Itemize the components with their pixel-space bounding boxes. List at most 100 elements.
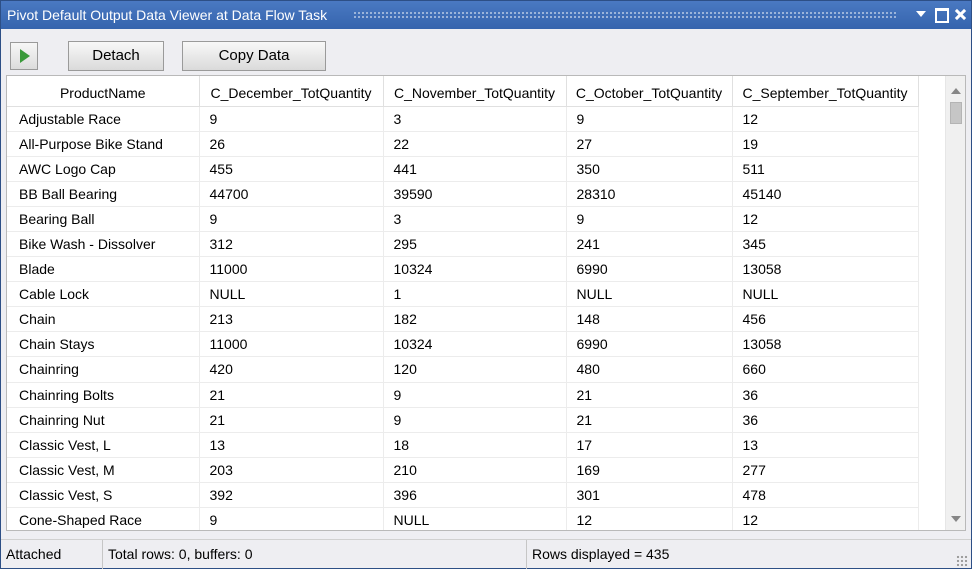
table-row[interactable]: Blade 11000 10324 6990 13058	[7, 256, 919, 283]
window-menu-dropdown-icon[interactable]	[913, 6, 929, 22]
quantity-cell[interactable]: 120	[383, 356, 567, 383]
quantity-cell[interactable]: 11000	[199, 256, 384, 283]
table-row[interactable]: Cable Lock NULL 1 NULL NULL	[7, 281, 919, 308]
quantity-cell[interactable]: 28310	[566, 181, 733, 207]
quantity-cell[interactable]: 27	[566, 131, 733, 157]
quantity-cell[interactable]: NULL	[199, 281, 384, 308]
quantity-cell[interactable]: 9	[199, 507, 384, 530]
product-name-cell[interactable]: Classic Vest, L	[7, 432, 200, 458]
quantity-cell[interactable]: 1	[383, 281, 567, 308]
maximize-icon[interactable]	[933, 6, 949, 23]
quantity-cell[interactable]: NULL	[732, 281, 919, 308]
product-name-cell[interactable]: All-Purpose Bike Stand	[7, 131, 200, 157]
product-name-cell[interactable]: Classic Vest, M	[7, 457, 200, 483]
quantity-cell[interactable]: 6990	[566, 331, 733, 358]
quantity-cell[interactable]: 11000	[199, 331, 384, 358]
quantity-cell[interactable]: 213	[199, 306, 384, 333]
table-row[interactable]: Classic Vest, L 13 18 17 13	[7, 432, 919, 458]
column-header[interactable]: C_October_TotQuantity	[566, 76, 733, 107]
quantity-cell[interactable]: 420	[199, 356, 384, 383]
product-name-cell[interactable]: BB Ball Bearing	[7, 181, 200, 207]
table-row[interactable]: Classic Vest, S 392 396 301 478	[7, 482, 919, 509]
column-header[interactable]: ProductName	[7, 76, 200, 107]
quantity-cell[interactable]: 6990	[566, 256, 733, 283]
product-name-cell[interactable]: Chain	[7, 306, 200, 333]
quantity-cell[interactable]: 17	[566, 432, 733, 458]
quantity-cell[interactable]: 9	[566, 206, 733, 232]
table-row[interactable]: All-Purpose Bike Stand 26 22 27 19	[7, 131, 919, 157]
scroll-down-arrow-icon[interactable]	[951, 516, 961, 522]
quantity-cell[interactable]: 210	[383, 457, 567, 483]
quantity-cell[interactable]: 9	[383, 407, 567, 433]
scroll-thumb[interactable]	[950, 102, 962, 124]
quantity-cell[interactable]: 12	[732, 507, 919, 530]
detach-button[interactable]: Detach	[68, 41, 164, 71]
quantity-cell[interactable]: 18	[383, 432, 567, 458]
table-row[interactable]: Chainring Nut 21 9 21 36	[7, 407, 919, 433]
quantity-cell[interactable]: 169	[566, 457, 733, 483]
table-row[interactable]: AWC Logo Cap 455 441 350 511	[7, 156, 919, 182]
quantity-cell[interactable]: 21	[199, 407, 384, 433]
quantity-cell[interactable]: 10324	[383, 256, 567, 283]
quantity-cell[interactable]: 456	[732, 306, 919, 333]
quantity-cell[interactable]: 22	[383, 131, 567, 157]
quantity-cell[interactable]: 12	[566, 507, 733, 530]
quantity-cell[interactable]: 44700	[199, 181, 384, 207]
column-header[interactable]: C_September_TotQuantity	[732, 76, 919, 107]
table-row[interactable]: Chain Stays 11000 10324 6990 13058	[7, 331, 919, 358]
quantity-cell[interactable]: 13058	[732, 331, 919, 358]
table-row[interactable]: BB Ball Bearing 44700 39590 28310 45140	[7, 181, 919, 207]
quantity-cell[interactable]: 10324	[383, 331, 567, 358]
table-row[interactable]: Classic Vest, M 203 210 169 277	[7, 457, 919, 483]
quantity-cell[interactable]: 36	[732, 382, 919, 408]
quantity-cell[interactable]: 277	[732, 457, 919, 483]
table-row[interactable]: Adjustable Race 9 3 9 12	[7, 106, 919, 132]
quantity-cell[interactable]: 511	[732, 156, 919, 182]
product-name-cell[interactable]: Bearing Ball	[7, 206, 200, 232]
product-name-cell[interactable]: AWC Logo Cap	[7, 156, 200, 182]
table-row[interactable]: Bearing Ball 9 3 9 12	[7, 206, 919, 232]
quantity-cell[interactable]: 660	[732, 356, 919, 383]
quantity-cell[interactable]: 295	[383, 231, 567, 258]
vertical-scrollbar[interactable]	[945, 76, 965, 530]
quantity-cell[interactable]: 3	[383, 106, 567, 132]
quantity-cell[interactable]: 26	[199, 131, 384, 157]
table-row[interactable]: Bike Wash - Dissolver 312 295 241 345	[7, 231, 919, 258]
quantity-cell[interactable]: 9	[199, 206, 384, 232]
title-bar[interactable]: Pivot Default Output Data Viewer at Data…	[1, 1, 971, 29]
scroll-up-arrow-icon[interactable]	[951, 88, 961, 94]
quantity-cell[interactable]: 392	[199, 482, 384, 509]
product-name-cell[interactable]: Cone-Shaped Race	[7, 507, 200, 530]
product-name-cell[interactable]: Chainring Nut	[7, 407, 200, 433]
quantity-cell[interactable]: 45140	[732, 181, 919, 207]
quantity-cell[interactable]: 203	[199, 457, 384, 483]
quantity-cell[interactable]: 21	[566, 382, 733, 408]
quantity-cell[interactable]: 36	[732, 407, 919, 433]
product-name-cell[interactable]: Bike Wash - Dissolver	[7, 231, 200, 258]
table-row[interactable]: Chainring 420 120 480 660	[7, 356, 919, 383]
quantity-cell[interactable]: 148	[566, 306, 733, 333]
quantity-cell[interactable]: 312	[199, 231, 384, 258]
quantity-cell[interactable]: 9	[566, 106, 733, 132]
quantity-cell[interactable]: NULL	[383, 507, 567, 530]
quantity-cell[interactable]: 19	[732, 131, 919, 157]
product-name-cell[interactable]: Adjustable Race	[7, 106, 200, 132]
product-name-cell[interactable]: Chain Stays	[7, 331, 200, 358]
quantity-cell[interactable]: 301	[566, 482, 733, 509]
table-row[interactable]: Cone-Shaped Race 9 NULL 12 12	[7, 507, 919, 530]
quantity-cell[interactable]: 21	[566, 407, 733, 433]
quantity-cell[interactable]: 9	[383, 382, 567, 408]
quantity-cell[interactable]: 13058	[732, 256, 919, 283]
column-header[interactable]: C_November_TotQuantity	[383, 76, 567, 107]
continue-button[interactable]	[10, 42, 38, 70]
quantity-cell[interactable]: 21	[199, 382, 384, 408]
quantity-cell[interactable]: 3	[383, 206, 567, 232]
close-icon[interactable]	[953, 6, 969, 22]
quantity-cell[interactable]: 345	[732, 231, 919, 258]
table-row[interactable]: Chainring Bolts 21 9 21 36	[7, 382, 919, 408]
quantity-cell[interactable]: 480	[566, 356, 733, 383]
quantity-cell[interactable]: 455	[199, 156, 384, 182]
product-name-cell[interactable]: Cable Lock	[7, 281, 200, 308]
resize-grip-icon[interactable]	[956, 555, 968, 567]
quantity-cell[interactable]: 241	[566, 231, 733, 258]
